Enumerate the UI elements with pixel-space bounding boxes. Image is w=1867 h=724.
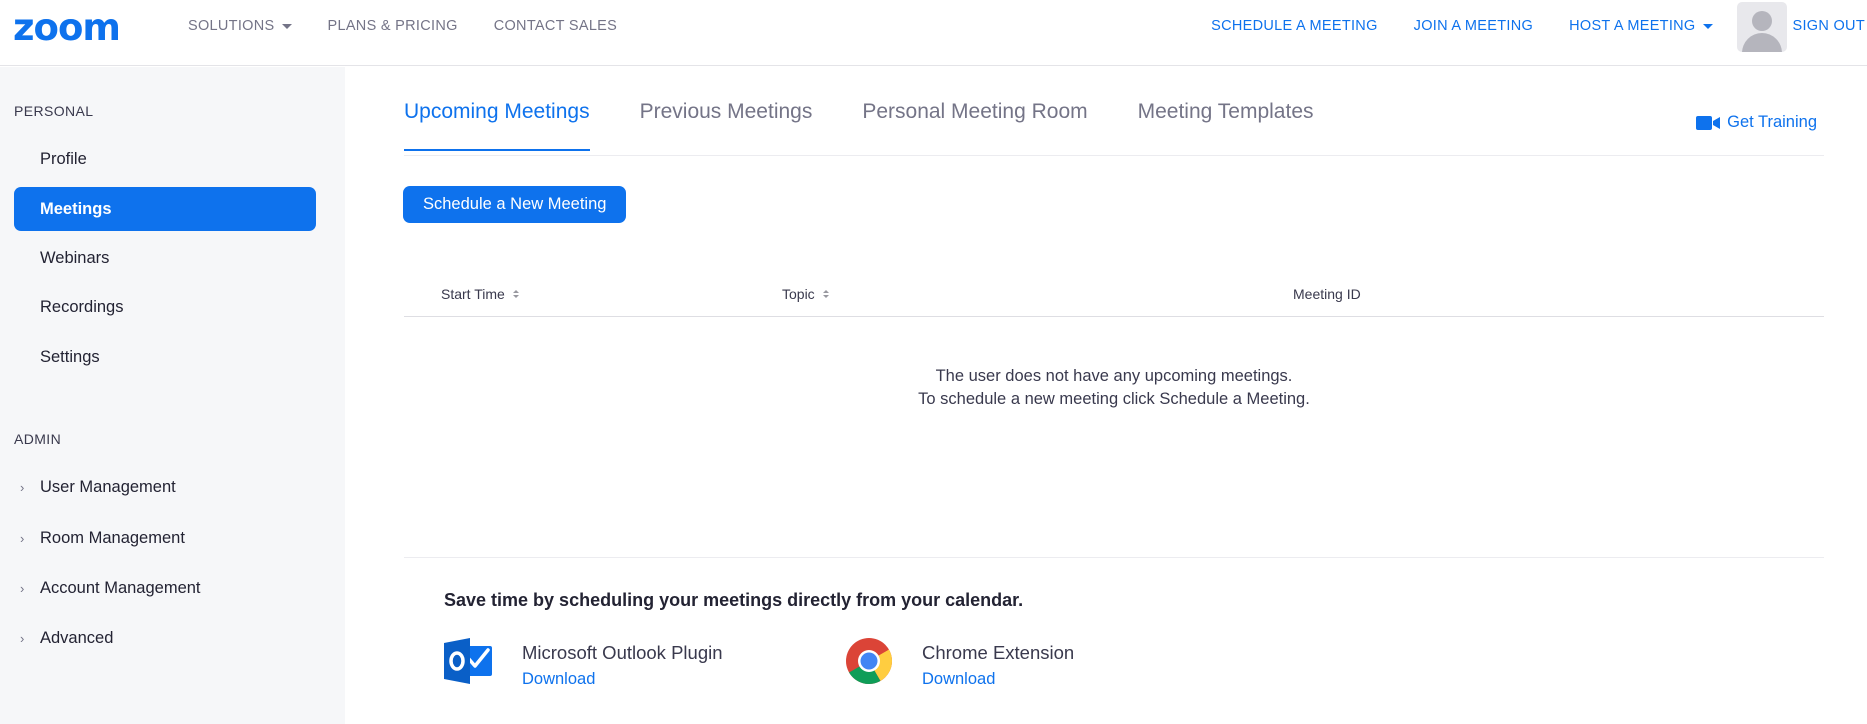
tab-upcoming-meetings[interactable]: Upcoming Meetings [404, 100, 590, 151]
plugin-name: Microsoft Outlook Plugin [522, 642, 723, 663]
sidebar-item-meetings[interactable]: Meetings [14, 187, 316, 231]
empty-state-message: The user does not have any upcoming meet… [404, 365, 1824, 411]
column-header-start-time[interactable]: Start Time [441, 286, 519, 302]
meeting-tabs: Upcoming Meetings Previous Meetings Pers… [404, 100, 1364, 151]
sidebar-item-settings[interactable]: Settings [14, 335, 316, 379]
calendar-promo-title: Save time by scheduling your meetings di… [444, 590, 1024, 610]
outlook-download-link[interactable]: Download [522, 670, 723, 689]
chevron-right-icon: › [20, 530, 25, 546]
outlook-plugin: Microsoft Outlook Plugin Download [444, 636, 723, 689]
sidebar-item-label: Recordings [40, 297, 124, 316]
join-meeting-link[interactable]: JOIN A MEETING [1414, 18, 1533, 34]
chevron-right-icon: › [20, 630, 25, 646]
nav-contact-sales-label: CONTACT SALES [493, 18, 618, 34]
schedule-new-meeting-button[interactable]: Schedule a New Meeting [403, 186, 627, 223]
sidebar-item-label: Meetings [40, 199, 112, 218]
tabs-divider [404, 155, 1824, 156]
chrome-download-link[interactable]: Download [922, 670, 1074, 689]
host-meeting-dropdown[interactable]: HOST A MEETING [1569, 18, 1713, 34]
sort-icon [822, 290, 829, 298]
sidebar-item-webinars[interactable]: Webinars [14, 236, 316, 280]
empty-state-line-1: The user does not have any upcoming meet… [935, 367, 1293, 385]
sign-out-label: SIGN OUT [1792, 18, 1865, 34]
nav-plans-pricing[interactable]: PLANS & PRICING [328, 18, 458, 34]
video-camera-icon [1696, 115, 1721, 130]
column-header-label: Start Time [441, 286, 505, 302]
sidebar-item-label: Room Management [40, 528, 185, 547]
sidebar-item-user-management[interactable]: › User Management [14, 465, 316, 509]
table-header-divider [404, 316, 1824, 317]
chrome-icon [846, 638, 893, 685]
nav-contact-sales[interactable]: CONTACT SALES [494, 18, 617, 34]
sidebar-item-recordings[interactable]: Recordings [14, 285, 316, 329]
nav-solutions-label: SOLUTIONS [188, 18, 275, 34]
column-header-label: Meeting ID [1293, 286, 1361, 302]
host-meeting-label: HOST A MEETING [1569, 18, 1696, 34]
sidebar-item-room-management[interactable]: › Room Management [14, 516, 316, 560]
caret-down-icon [1702, 23, 1713, 29]
chevron-right-icon: › [20, 479, 25, 495]
sidebar-item-advanced[interactable]: › Advanced [14, 616, 316, 660]
personal-section-label: PERSONAL [14, 103, 94, 119]
get-training-label: Get Training [1727, 113, 1817, 131]
empty-state-line-2: To schedule a new meeting click Schedule… [918, 390, 1310, 408]
avatar-head-shape [1751, 11, 1772, 31]
calendar-section-divider [404, 557, 1824, 558]
sidebar: PERSONAL Profile Meetings Webinars Recor… [0, 67, 345, 724]
get-training-link[interactable]: Get Training [1696, 113, 1817, 132]
sidebar-item-label: Account Management [40, 578, 201, 597]
schedule-meeting-label: SCHEDULE A MEETING [1211, 18, 1378, 34]
sidebar-item-label: Settings [40, 347, 100, 366]
outlook-icon [444, 638, 492, 684]
sidebar-item-account-management[interactable]: › Account Management [14, 566, 316, 610]
caret-down-icon [281, 23, 292, 29]
schedule-new-meeting-label: Schedule a New Meeting [423, 195, 607, 213]
chrome-extension-text: Chrome Extension Download [922, 636, 1074, 689]
sidebar-item-label: Advanced [40, 628, 114, 647]
tab-meeting-templates[interactable]: Meeting Templates [1138, 100, 1314, 151]
chrome-extension: Chrome Extension Download [844, 636, 1074, 689]
column-header-topic[interactable]: Topic [782, 286, 829, 302]
nav-plans-pricing-label: PLANS & PRICING [327, 18, 458, 34]
column-header-meeting-id: Meeting ID [1293, 286, 1361, 302]
sidebar-item-profile[interactable]: Profile [14, 137, 316, 181]
plugin-name: Chrome Extension [922, 642, 1075, 663]
tab-personal-meeting-room[interactable]: Personal Meeting Room [862, 100, 1087, 151]
nav-solutions[interactable]: SOLUTIONS [188, 18, 292, 34]
tab-previous-meetings[interactable]: Previous Meetings [640, 100, 813, 151]
zoom-logo[interactable]: zoom [13, 8, 121, 48]
secondary-nav: SCHEDULE A MEETING JOIN A MEETING HOST A… [1175, 0, 1867, 52]
avatar[interactable] [1736, 2, 1787, 52]
schedule-meeting-link[interactable]: SCHEDULE A MEETING [1211, 18, 1378, 34]
sidebar-item-label: Profile [40, 149, 87, 168]
outlook-plugin-text: Microsoft Outlook Plugin Download [522, 636, 723, 689]
sidebar-item-label: User Management [40, 477, 176, 496]
join-meeting-label: JOIN A MEETING [1413, 18, 1534, 34]
avatar-body-shape [1741, 33, 1782, 52]
sign-out-link[interactable]: SIGN OUT [1793, 18, 1866, 34]
sort-icon [512, 290, 519, 298]
admin-section-label: ADMIN [14, 431, 62, 447]
sidebar-item-label: Webinars [40, 248, 110, 267]
chevron-right-icon: › [20, 580, 25, 596]
column-header-label: Topic [782, 286, 815, 302]
top-navigation-bar: zoom SOLUTIONS PLANS & PRICING CONTACT S… [0, 0, 1867, 66]
primary-nav: SOLUTIONS PLANS & PRICING CONTACT SALES [188, 0, 653, 52]
